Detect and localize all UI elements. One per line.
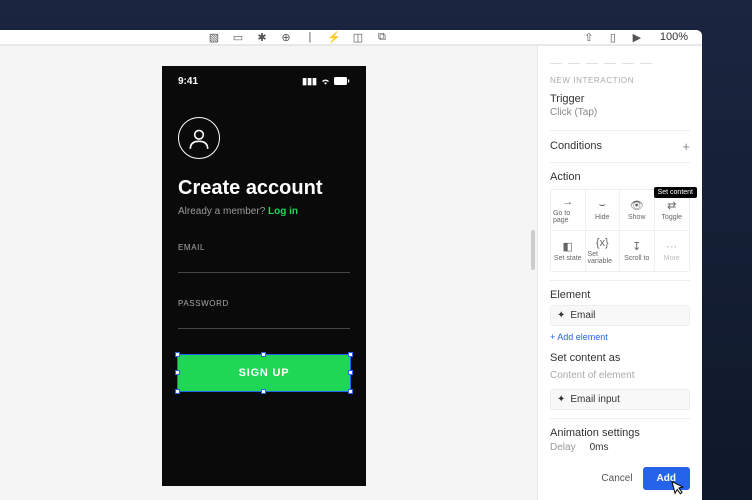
add-icon[interactable]: ⊕ bbox=[279, 30, 293, 44]
top-toolbar: ▧ ▭ ✱ ⊕ | ⚡ ◫ ⧉ ⇧ ▯ ▶ 100% bbox=[0, 30, 702, 45]
avatar-icon bbox=[178, 117, 220, 159]
play-icon[interactable]: ▶ bbox=[630, 30, 644, 44]
content-target-select[interactable]: ✦Email input bbox=[550, 389, 690, 410]
signal-icon: ▮▮▮ bbox=[302, 76, 317, 87]
signup-button[interactable]: SIGN UP bbox=[178, 355, 350, 391]
lightning-icon[interactable]: ⚡ bbox=[327, 30, 341, 44]
action-toggle[interactable]: ⇄ToggleSet content bbox=[655, 190, 690, 231]
box-icon[interactable]: ▭ bbox=[231, 30, 245, 44]
element-label: Element bbox=[550, 289, 690, 301]
login-link[interactable]: Log in bbox=[268, 206, 298, 217]
layers-icon[interactable]: ◫ bbox=[351, 30, 365, 44]
components-icon[interactable]: ⧉ bbox=[375, 30, 389, 44]
wifi-icon bbox=[320, 77, 331, 87]
divider-icon: | bbox=[303, 30, 317, 44]
panel-scrollbar[interactable] bbox=[531, 230, 535, 270]
canvas[interactable]: 9:41 ▮▮▮ Create account Alread bbox=[0, 46, 537, 500]
subtitle: Already a member? Log in bbox=[178, 206, 350, 217]
zoom-level[interactable]: 100% bbox=[660, 31, 688, 43]
action-more[interactable]: ⋯More bbox=[655, 231, 690, 271]
add-element-link[interactable]: + Add element bbox=[550, 332, 690, 342]
add-condition-button[interactable]: + bbox=[682, 139, 690, 154]
target-icon: ✦ bbox=[557, 394, 565, 405]
page-title: Create account bbox=[178, 177, 350, 200]
phone-frame[interactable]: 9:41 ▮▮▮ Create account Alread bbox=[162, 66, 366, 486]
status-time: 9:41 bbox=[178, 76, 198, 87]
target-icon: ✦ bbox=[557, 310, 565, 321]
share-icon[interactable]: ⇧ bbox=[582, 30, 596, 44]
action-go-to-page[interactable]: →Go to page bbox=[551, 190, 586, 231]
password-input[interactable] bbox=[178, 328, 350, 329]
section-new-interaction: NEW INTERACTION bbox=[550, 76, 690, 85]
properties-panel: NEW INTERACTION Trigger Click (Tap) Cond… bbox=[537, 46, 702, 500]
action-hide[interactable]: ⌣Hide bbox=[586, 190, 621, 231]
panel-align-toolbar[interactable] bbox=[550, 54, 690, 64]
status-icons: ▮▮▮ bbox=[302, 76, 350, 87]
set-content-as-label: Set content as bbox=[550, 352, 690, 364]
workspace: 9:41 ▮▮▮ Create account Alread bbox=[0, 46, 702, 500]
conditions-label: Conditions bbox=[550, 140, 602, 152]
element-select[interactable]: ✦Email bbox=[550, 305, 690, 326]
action-label: Action bbox=[550, 171, 690, 183]
content-of-element-select[interactable]: Content of element bbox=[550, 366, 690, 385]
action-scroll-to[interactable]: ↧Scroll to bbox=[620, 231, 655, 271]
password-label: PASSWORD bbox=[178, 299, 350, 308]
assets-icon[interactable]: ▧ bbox=[207, 30, 221, 44]
trigger-label: Trigger bbox=[550, 93, 690, 105]
add-button[interactable]: Add bbox=[643, 467, 690, 490]
action-set-variable[interactable]: {x}Set variable bbox=[586, 231, 621, 271]
action-show[interactable]: 👁Show bbox=[620, 190, 655, 231]
set-content-tooltip: Set content bbox=[654, 187, 697, 198]
cancel-button[interactable]: Cancel bbox=[601, 473, 632, 484]
delay-label: Delay bbox=[550, 442, 576, 453]
animation-label: Animation settings bbox=[550, 427, 690, 439]
action-set-state[interactable]: ◧Set state bbox=[551, 231, 586, 271]
email-input[interactable] bbox=[178, 272, 350, 273]
settings-icon[interactable]: ✱ bbox=[255, 30, 269, 44]
battery-icon bbox=[334, 77, 350, 87]
delay-input[interactable]: 0ms bbox=[590, 442, 609, 453]
trigger-select[interactable]: Click (Tap) bbox=[550, 107, 690, 118]
design-tool-window: ▧ ▭ ✱ ⊕ | ⚡ ◫ ⧉ ⇧ ▯ ▶ 100% -250-200-150-… bbox=[0, 30, 702, 500]
email-label: EMAIL bbox=[178, 243, 350, 252]
action-grid: →Go to page ⌣Hide 👁Show ⇄ToggleSet conte… bbox=[550, 189, 690, 272]
device-icon[interactable]: ▯ bbox=[606, 30, 620, 44]
